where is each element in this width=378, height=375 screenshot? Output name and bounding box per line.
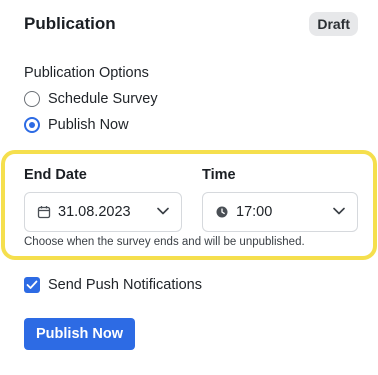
radio-button-selected[interactable] [24,117,40,133]
push-notifications-checkbox[interactable] [24,277,40,293]
publication-options-label: Publication Options [24,65,149,81]
chevron-down-icon [157,207,169,215]
push-notifications-option[interactable]: Send Push Notifications [24,275,202,295]
time-picker[interactable]: 17:00 [202,192,358,232]
end-date-value: 31.08.2023 [58,204,131,220]
schedule-survey-option[interactable]: Schedule Survey [24,89,158,109]
page-title: Publication [24,14,116,33]
time-value: 17:00 [236,204,273,220]
status-badge: Draft [309,12,358,36]
header: Publication Draft [24,12,358,36]
radio-label: Publish Now [48,117,129,133]
radio-button[interactable] [24,91,40,107]
clock-icon [216,206,228,218]
push-notifications-label: Send Push Notifications [48,277,202,293]
end-date-picker[interactable]: 31.08.2023 [24,192,182,232]
publish-now-option[interactable]: Publish Now [24,115,129,135]
checkmark-icon [26,280,38,289]
publish-now-button[interactable]: Publish Now [24,318,135,350]
end-date-hint: Choose when the survey ends and will be … [24,236,305,248]
radio-label: Schedule Survey [48,91,158,107]
time-label: Time [202,167,236,183]
chevron-down-icon [333,207,345,215]
end-date-label: End Date [24,167,87,183]
calendar-icon [37,206,51,219]
